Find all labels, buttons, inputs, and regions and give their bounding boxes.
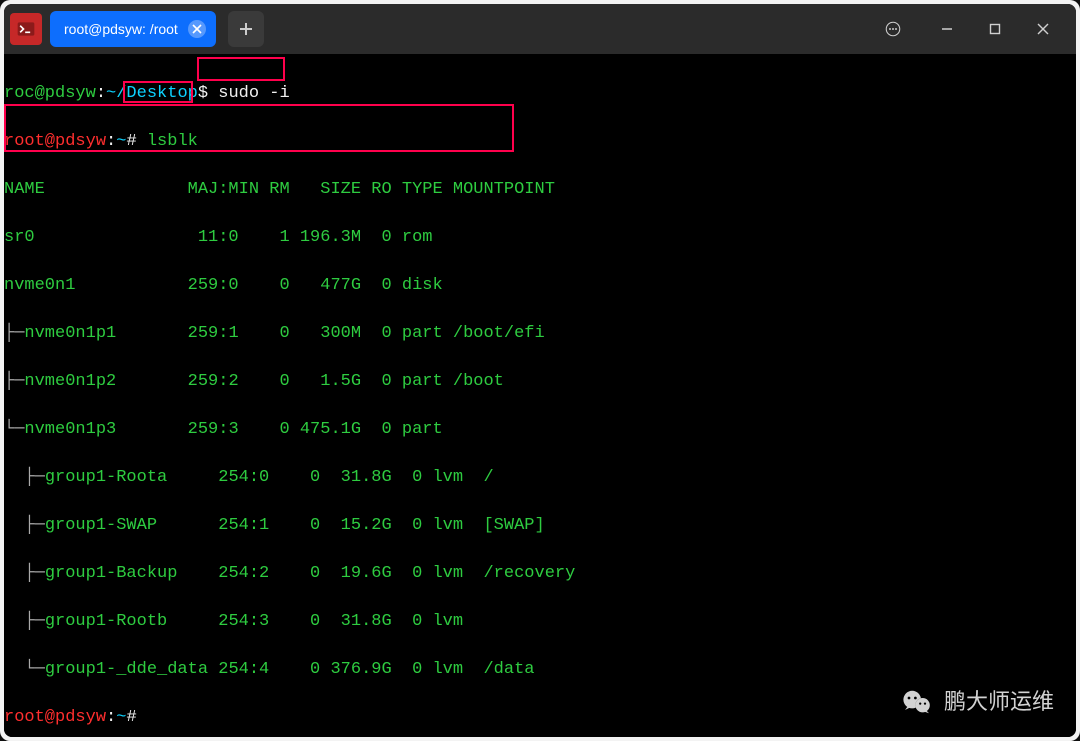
menu-button[interactable] bbox=[870, 6, 916, 52]
terminal-window: root@pdsyw: /root bbox=[4, 4, 1076, 737]
lsblk-row: nvme0n1 259:0 0 477G 0 disk bbox=[4, 274, 1076, 298]
lsblk-header: NAME MAJ:MIN RM SIZE RO TYPE MOUNTPOINT bbox=[4, 178, 1076, 202]
maximize-button[interactable] bbox=[972, 6, 1018, 52]
lsblk-row: └─nvme0n1p3 259:3 0 475.1G 0 part bbox=[4, 418, 1076, 442]
minimize-icon bbox=[940, 22, 954, 36]
ellipsis-circle-icon bbox=[884, 20, 902, 38]
plus-icon bbox=[238, 21, 254, 37]
tab-active[interactable]: root@pdsyw: /root bbox=[50, 11, 216, 47]
lsblk-row: ├─group1-SWAP 254:1 0 15.2G 0 lvm [SWAP] bbox=[4, 514, 1076, 538]
lsblk-row: ├─group1-Roota 254:0 0 31.8G 0 lvm / bbox=[4, 466, 1076, 490]
lsblk-row: ├─nvme0n1p1 259:1 0 300M 0 part /boot/ef… bbox=[4, 322, 1076, 346]
highlight-sudo bbox=[197, 57, 285, 81]
tab-close-button[interactable] bbox=[188, 20, 206, 38]
lsblk-row: ├─group1-Rootb 254:3 0 31.8G 0 lvm bbox=[4, 610, 1076, 634]
maximize-icon bbox=[988, 22, 1002, 36]
tab-title: root@pdsyw: /root bbox=[64, 21, 178, 37]
app-icon bbox=[10, 13, 42, 45]
watermark: 鹏大师运维 bbox=[900, 685, 1054, 719]
prompt-line-2: root@pdsyw:~# lsblk bbox=[4, 130, 1076, 154]
titlebar: root@pdsyw: /root bbox=[4, 4, 1076, 54]
prompt-line-1: roc@pdsyw:~/Desktop$ sudo -i bbox=[4, 82, 1076, 106]
close-button[interactable] bbox=[1020, 6, 1066, 52]
close-icon bbox=[192, 24, 202, 34]
new-tab-button[interactable] bbox=[228, 11, 264, 47]
lsblk-row: sr0 11:0 1 196.3M 0 rom bbox=[4, 226, 1076, 250]
minimize-button[interactable] bbox=[924, 6, 970, 52]
terminal-body[interactable]: roc@pdsyw:~/Desktop$ sudo -i root@pdsyw:… bbox=[4, 54, 1076, 737]
lsblk-row: ├─nvme0n1p2 259:2 0 1.5G 0 part /boot bbox=[4, 370, 1076, 394]
lsblk-row: └─group1-_dde_data 254:4 0 376.9G 0 lvm … bbox=[4, 658, 1076, 682]
wechat-icon bbox=[900, 685, 934, 719]
terminal-icon bbox=[16, 19, 36, 39]
close-icon bbox=[1036, 22, 1050, 36]
lsblk-row: ├─group1-Backup 254:2 0 19.6G 0 lvm /rec… bbox=[4, 562, 1076, 586]
watermark-text: 鹏大师运维 bbox=[944, 690, 1054, 714]
